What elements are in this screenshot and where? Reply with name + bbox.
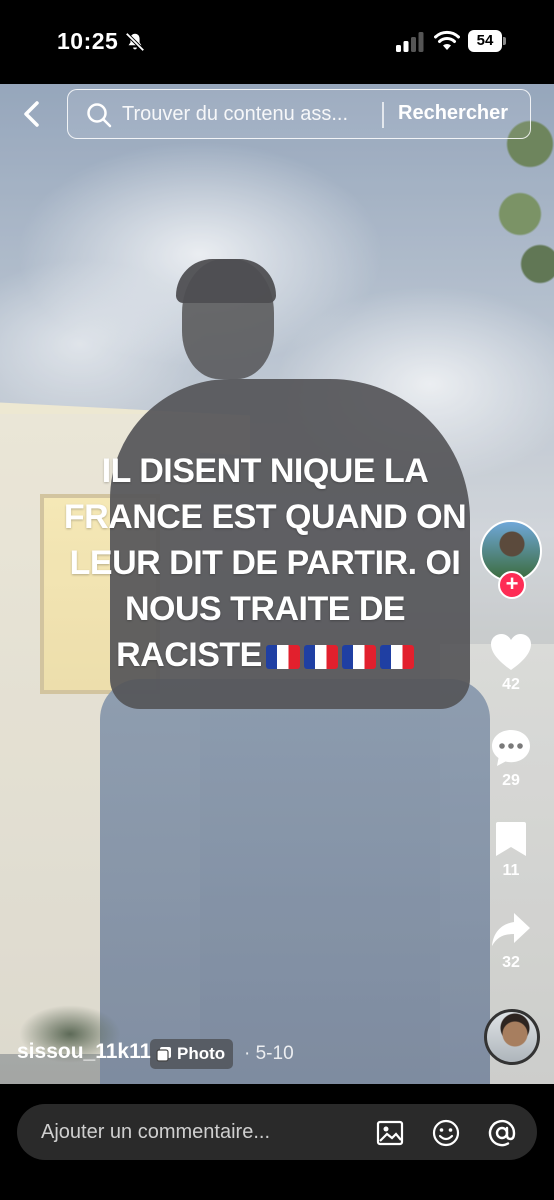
search-icon xyxy=(87,103,112,128)
caption-line: LEUR DIT DE PARTIR. OI xyxy=(69,544,461,582)
save-count: 11 xyxy=(502,862,520,879)
france-flag-icon xyxy=(303,645,338,670)
photo-badge: Photo xyxy=(150,1039,234,1069)
comment-placeholder: Ajouter un commentaire... xyxy=(41,1121,270,1143)
caption-line: RACISTE xyxy=(116,636,262,674)
back-button[interactable] xyxy=(14,96,50,132)
share-count: 32 xyxy=(502,954,520,971)
comment-icon xyxy=(492,730,530,766)
battery-icon: 54 xyxy=(468,30,506,52)
post-date: · 5-10 xyxy=(244,1043,294,1064)
comment-bar: Ajouter un commentaire... xyxy=(0,1084,554,1200)
share-button[interactable]: 32 xyxy=(482,910,540,972)
post-caption: IL DISENT NIQUE LA FRANCE EST QUAND ON L… xyxy=(30,448,500,678)
username[interactable]: sissou_11k11 xyxy=(17,1040,151,1064)
mention-icon[interactable] xyxy=(487,1118,517,1148)
photo-badge-label: Photo xyxy=(177,1044,226,1063)
save-button[interactable]: 11 xyxy=(482,820,540,880)
search-button[interactable]: Rechercher xyxy=(398,102,508,125)
france-flag-icon xyxy=(341,645,376,670)
signal-icon xyxy=(396,32,424,52)
heart-icon xyxy=(491,634,531,670)
photo-stack-icon xyxy=(156,1047,171,1062)
bookmark-icon xyxy=(496,822,526,856)
caption-line: IL DISENT NIQUE LA xyxy=(101,452,429,490)
caption-line: FRANCE EST QUAND ON xyxy=(63,498,467,536)
share-icon xyxy=(492,913,530,946)
like-count: 42 xyxy=(502,676,520,693)
comment-input[interactable]: Ajouter un commentaire... xyxy=(17,1104,537,1160)
battery-tip xyxy=(503,37,506,45)
caption-line: NOUS TRAITE DE xyxy=(124,590,406,628)
wifi-icon xyxy=(434,30,460,50)
search-divider xyxy=(382,102,384,128)
like-button[interactable]: 42 xyxy=(482,632,540,694)
comment-button[interactable]: 29 xyxy=(482,728,540,790)
emoji-icon[interactable] xyxy=(431,1118,461,1148)
search-bar[interactable]: Trouver du contenu ass... Rechercher xyxy=(67,89,531,139)
search-input[interactable]: Trouver du contenu ass... xyxy=(122,103,382,126)
image-icon[interactable] xyxy=(375,1118,405,1148)
battery-level: 54 xyxy=(468,30,502,52)
france-flag-icon xyxy=(265,645,300,670)
bell-off-icon xyxy=(125,32,145,52)
comment-count: 29 xyxy=(502,772,520,789)
sound-avatar[interactable] xyxy=(484,1009,540,1065)
status-bar: 10:25 54 xyxy=(0,0,554,84)
caption-line-last: RACISTE xyxy=(30,632,500,678)
france-flag-icon xyxy=(379,645,414,670)
status-time: 10:25 xyxy=(57,28,119,54)
follow-button[interactable]: + xyxy=(498,571,526,599)
